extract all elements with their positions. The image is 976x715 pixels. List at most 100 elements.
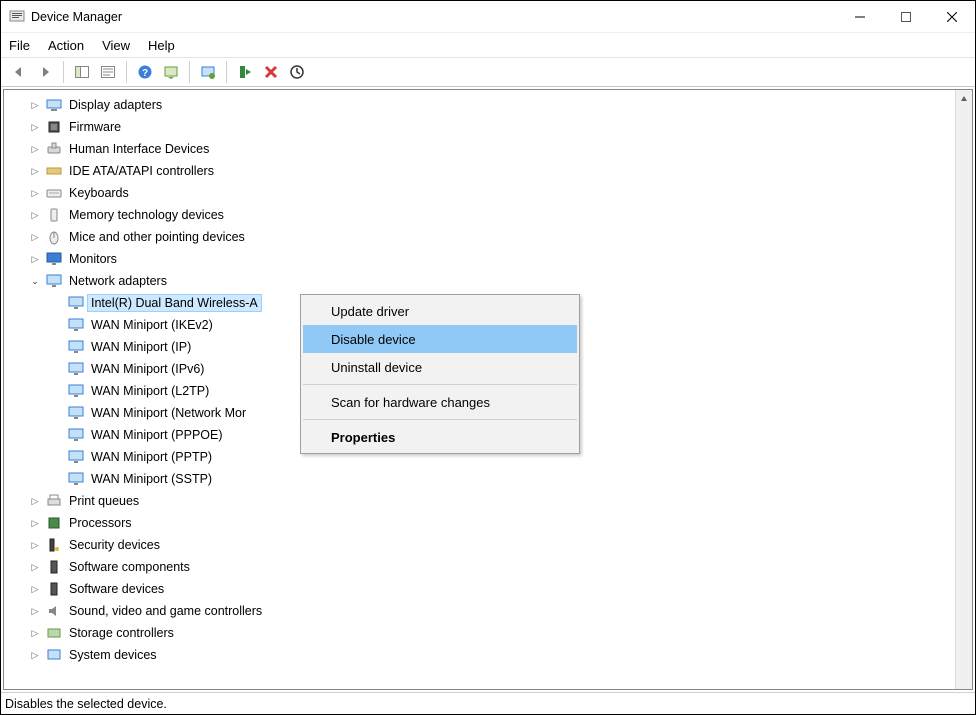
chevron-right-icon[interactable]: ▷: [28, 538, 42, 552]
menu-scan-hardware[interactable]: Scan for hardware changes: [303, 388, 577, 416]
category-print-queues[interactable]: ▷ Print queues: [4, 490, 955, 512]
window-title: Device Manager: [31, 10, 122, 24]
chevron-right-icon[interactable]: ▷: [28, 252, 42, 266]
titlebar: Device Manager: [1, 1, 975, 33]
menu-uninstall-device[interactable]: Uninstall device: [303, 353, 577, 381]
category-memory-tech[interactable]: ▷ Memory technology devices: [4, 204, 955, 226]
category-storage-controllers[interactable]: ▷ Storage controllers: [4, 622, 955, 644]
device-label: WAN Miniport (PPPOE): [88, 427, 226, 443]
category-label: Firmware: [66, 119, 124, 135]
chevron-right-icon[interactable]: ▷: [28, 120, 42, 134]
chevron-right-icon[interactable]: ▷: [28, 208, 42, 222]
category-label: Software devices: [66, 581, 167, 597]
chevron-right-icon[interactable]: ▷: [28, 626, 42, 640]
menu-properties[interactable]: Properties: [303, 423, 577, 451]
menu-update-driver[interactable]: Update driver: [303, 297, 577, 325]
category-label: Keyboards: [66, 185, 132, 201]
menubar: File Action View Help: [1, 33, 975, 57]
category-label: Human Interface Devices: [66, 141, 212, 157]
chevron-right-icon[interactable]: ▷: [28, 230, 42, 244]
maximize-button[interactable]: [883, 1, 929, 32]
chevron-right-icon[interactable]: ▷: [28, 494, 42, 508]
network-adapter-icon: [68, 405, 84, 421]
chevron-right-icon[interactable]: ▷: [28, 560, 42, 574]
network-adapter-icon: [68, 317, 84, 333]
menu-disable-device[interactable]: Disable device: [303, 325, 577, 353]
enable-device-button[interactable]: [233, 60, 257, 84]
category-firmware[interactable]: ▷ Firmware: [4, 116, 955, 138]
category-system-devices[interactable]: ▷ System devices: [4, 644, 955, 666]
menu-separator: [303, 384, 577, 385]
back-button[interactable]: [7, 60, 31, 84]
device-tree-panel: ▷ Display adapters ▷ Firmware ▷ Human In…: [3, 89, 973, 690]
sound-icon: [46, 603, 62, 619]
device-tree[interactable]: ▷ Display adapters ▷ Firmware ▷ Human In…: [4, 90, 955, 689]
network-adapter-icon: [68, 383, 84, 399]
chevron-right-icon[interactable]: ▷: [28, 186, 42, 200]
category-keyboards[interactable]: ▷ Keyboards: [4, 182, 955, 204]
category-label: Sound, video and game controllers: [66, 603, 265, 619]
scan-hardware-button[interactable]: [159, 60, 183, 84]
status-text: Disables the selected device.: [5, 697, 167, 711]
svg-text:?: ?: [142, 68, 148, 79]
chevron-right-icon[interactable]: ▷: [28, 142, 42, 156]
category-ide[interactable]: ▷ IDE ATA/ATAPI controllers: [4, 160, 955, 182]
chevron-down-icon[interactable]: ⌄: [28, 274, 42, 288]
update-driver-button[interactable]: [196, 60, 220, 84]
device-wan-sstp[interactable]: WAN Miniport (SSTP): [4, 468, 955, 490]
menu-file[interactable]: File: [9, 38, 30, 53]
software-device-icon: [46, 581, 62, 597]
category-label: System devices: [66, 647, 160, 663]
minimize-button[interactable]: [837, 1, 883, 32]
menu-view[interactable]: View: [102, 38, 130, 53]
category-label: Display adapters: [66, 97, 165, 113]
network-adapter-icon: [68, 471, 84, 487]
vertical-scrollbar[interactable]: [955, 90, 972, 689]
category-sound[interactable]: ▷ Sound, video and game controllers: [4, 600, 955, 622]
category-label: Monitors: [66, 251, 120, 267]
category-label: Security devices: [66, 537, 163, 553]
category-display-adapters[interactable]: ▷ Display adapters: [4, 94, 955, 116]
category-hid[interactable]: ▷ Human Interface Devices: [4, 138, 955, 160]
keyboard-icon: [46, 185, 62, 201]
network-adapter-icon: [68, 295, 84, 311]
menu-help[interactable]: Help: [148, 38, 175, 53]
chevron-right-icon[interactable]: ▷: [28, 516, 42, 530]
close-button[interactable]: [929, 1, 975, 32]
category-software-components[interactable]: ▷ Software components: [4, 556, 955, 578]
properties-button[interactable]: [96, 60, 120, 84]
category-label: Software components: [66, 559, 193, 575]
disable-device-button[interactable]: [285, 60, 309, 84]
category-label: Storage controllers: [66, 625, 177, 641]
chevron-right-icon[interactable]: ▷: [28, 164, 42, 178]
show-hide-tree-button[interactable]: [70, 60, 94, 84]
category-mice[interactable]: ▷ Mice and other pointing devices: [4, 226, 955, 248]
chevron-right-icon[interactable]: ▷: [28, 648, 42, 662]
monitor-icon: [46, 251, 62, 267]
mouse-icon: [46, 229, 62, 245]
device-label: WAN Miniport (IKEv2): [88, 317, 216, 333]
device-label: WAN Miniport (L2TP): [88, 383, 212, 399]
scroll-up-arrow-icon[interactable]: [956, 90, 972, 107]
chevron-right-icon[interactable]: ▷: [28, 604, 42, 618]
hid-icon: [46, 141, 62, 157]
statusbar: Disables the selected device.: [1, 692, 975, 714]
help-button[interactable]: ?: [133, 60, 157, 84]
uninstall-device-button[interactable]: [259, 60, 283, 84]
network-adapter-icon: [68, 361, 84, 377]
category-network-adapters[interactable]: ⌄ Network adapters: [4, 270, 955, 292]
category-processors[interactable]: ▷ Processors: [4, 512, 955, 534]
network-adapter-icon: [46, 273, 62, 289]
network-adapter-icon: [68, 449, 84, 465]
category-software-devices[interactable]: ▷ Software devices: [4, 578, 955, 600]
forward-button[interactable]: [33, 60, 57, 84]
category-label: Memory technology devices: [66, 207, 227, 223]
device-label: WAN Miniport (IP): [88, 339, 194, 355]
category-security-devices[interactable]: ▷ Security devices: [4, 534, 955, 556]
category-monitors[interactable]: ▷ Monitors: [4, 248, 955, 270]
chevron-right-icon[interactable]: ▷: [28, 582, 42, 596]
chevron-right-icon[interactable]: ▷: [28, 98, 42, 112]
memory-icon: [46, 207, 62, 223]
menu-action[interactable]: Action: [48, 38, 84, 53]
device-label: WAN Miniport (PPTP): [88, 449, 215, 465]
